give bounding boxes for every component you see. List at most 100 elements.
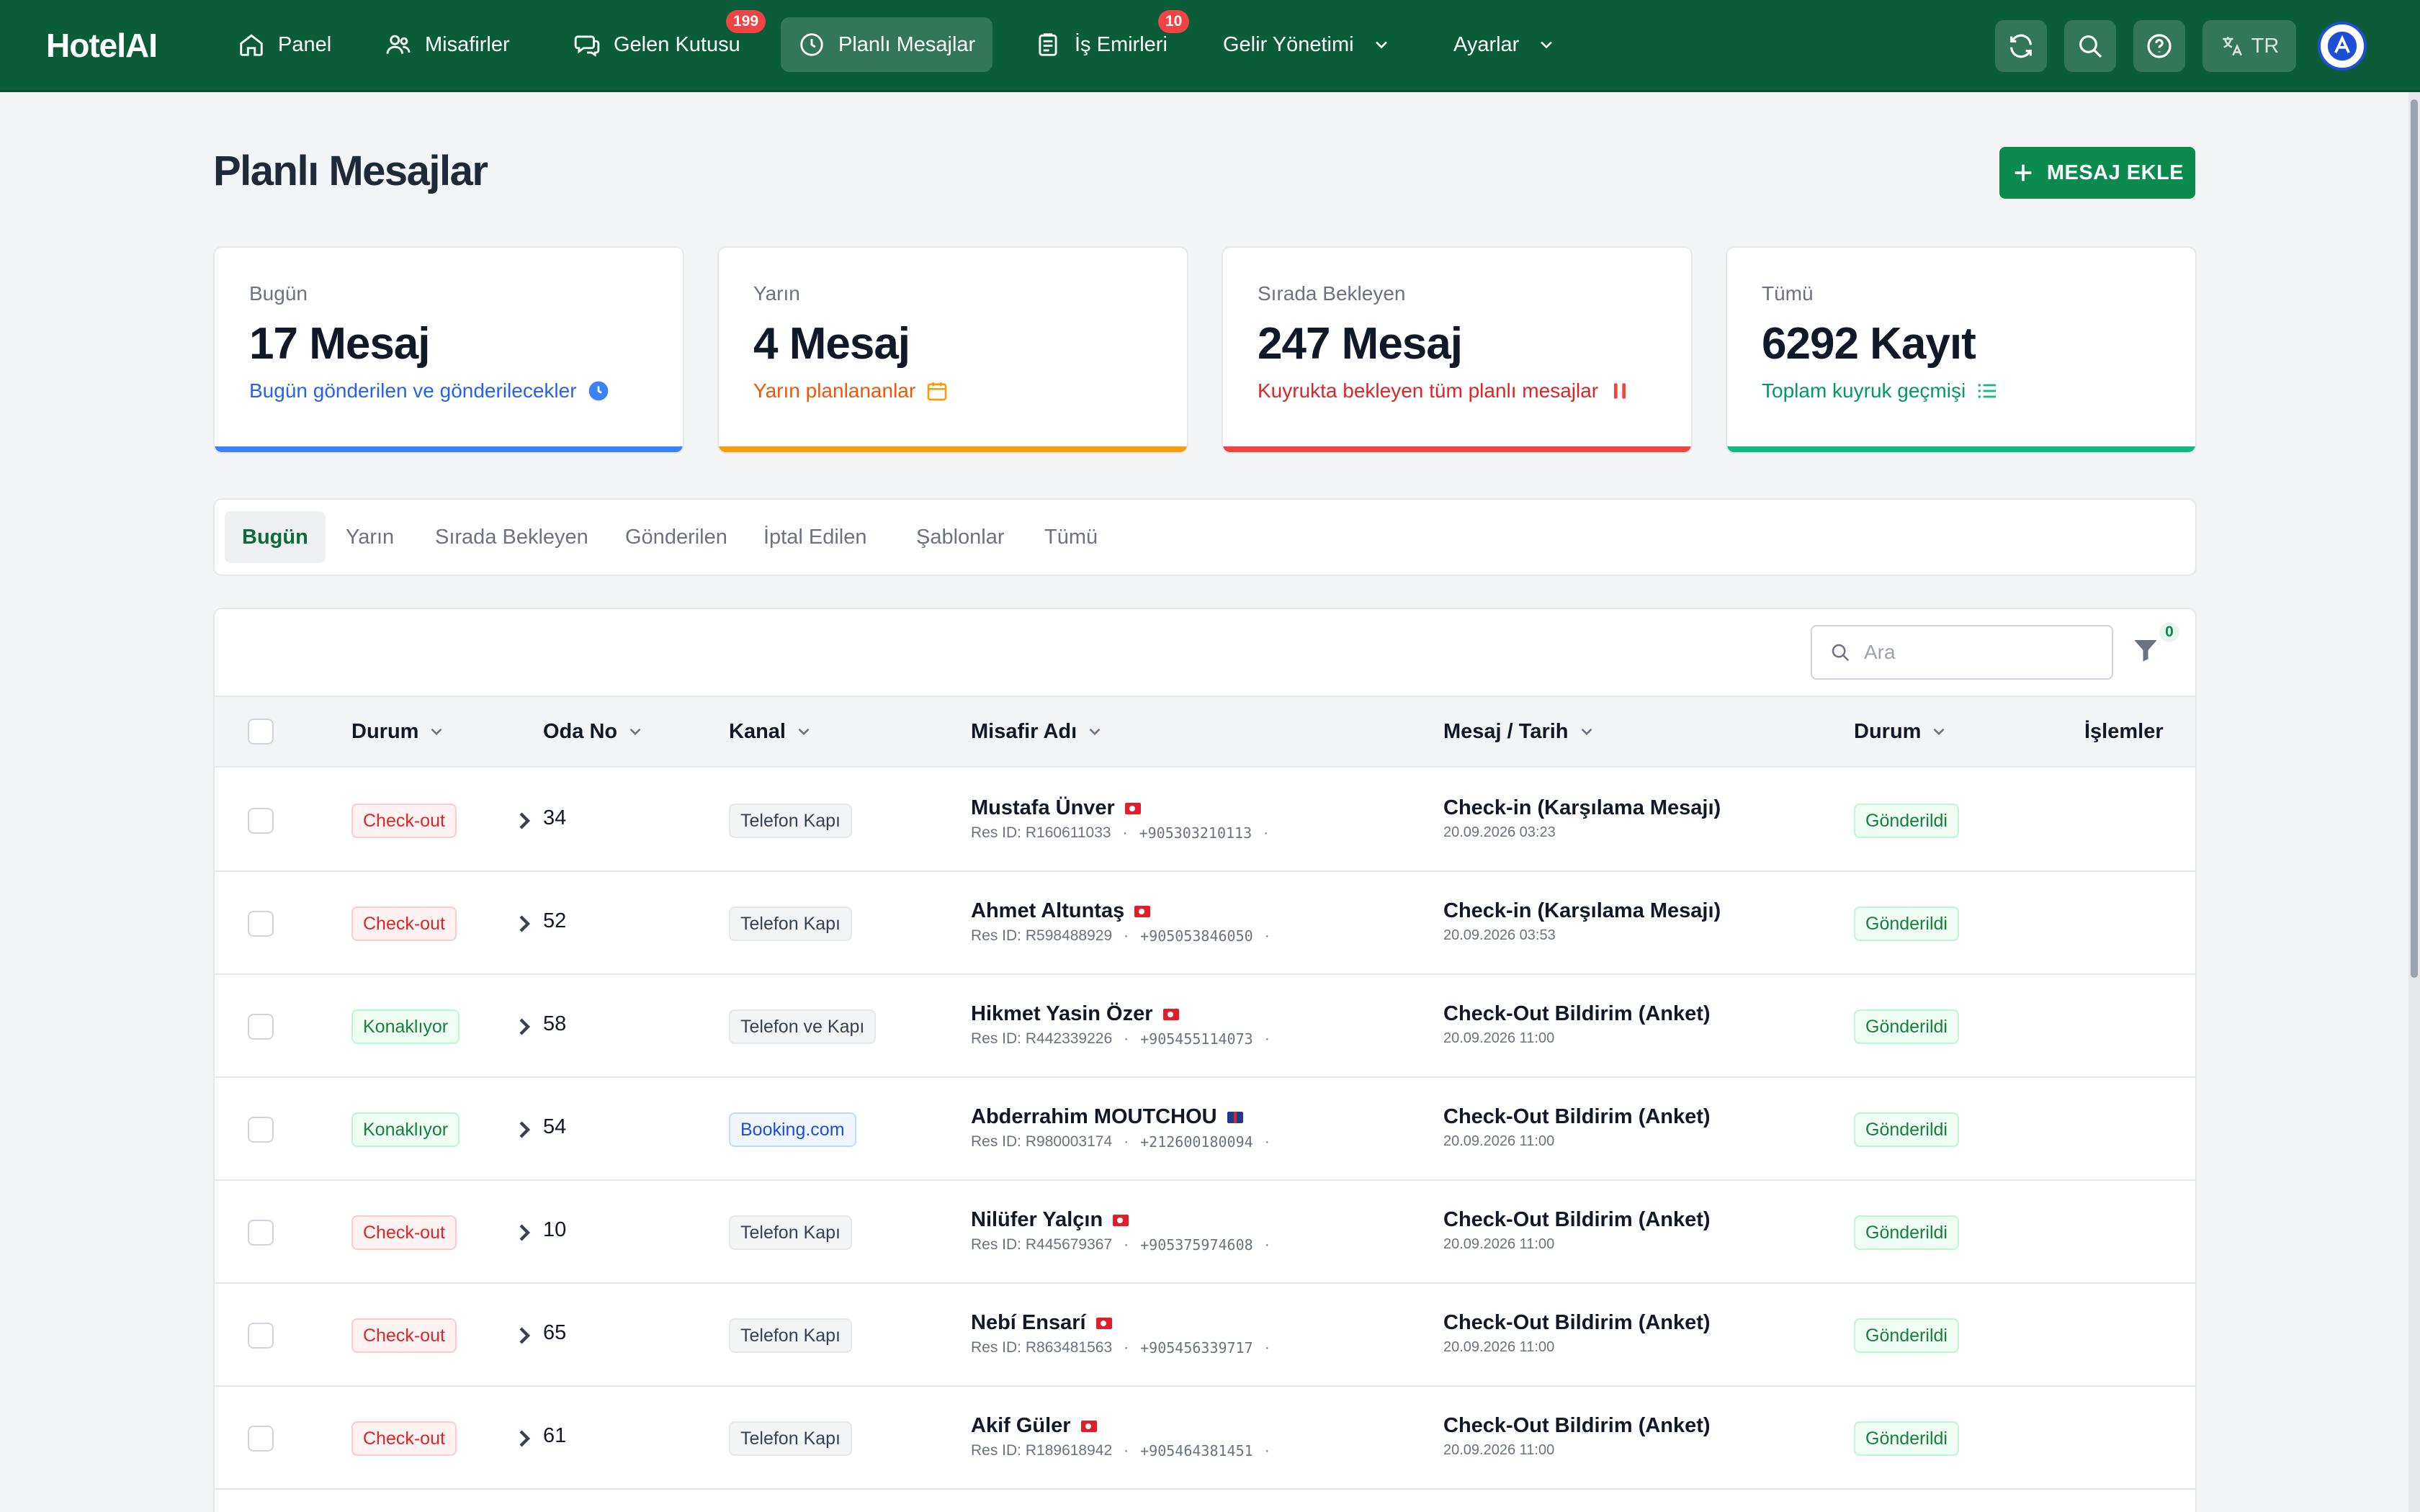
expand-row-button[interactable] <box>510 1424 539 1453</box>
table-row[interactable]: Check-out 52 Telefon Kapı Ahmet Altuntaş Res… <box>215 872 2195 975</box>
guest-name[interactable]: Akif Güler <box>971 1414 1270 1438</box>
filter-button[interactable] <box>2130 635 2165 670</box>
send-status-badge: Gönderildi <box>1854 1112 1959 1147</box>
table-row[interactable]: Check-out 10 Telefon Kapı Nilüfer Yalçın Res… <box>215 1181 2195 1284</box>
plus-icon <box>2015 164 2032 181</box>
tab-iptal-edilen[interactable]: İptal Edilen <box>746 511 884 563</box>
help-button[interactable] <box>2133 20 2185 72</box>
separator-dot: · <box>1122 824 1128 841</box>
room-number: 34 <box>543 806 567 829</box>
expand-row-button[interactable] <box>510 1218 539 1247</box>
language-selector[interactable]: TR <box>2202 20 2296 72</box>
country-flag-icon <box>1134 905 1151 917</box>
separator-dot: · <box>1124 1030 1129 1047</box>
search-button[interactable] <box>2064 20 2116 72</box>
column-header-kanal[interactable]: Kanal <box>729 697 813 766</box>
column-header-durum[interactable]: Durum <box>351 697 446 766</box>
expand-row-button[interactable] <box>510 806 539 835</box>
nav-label: Misafirler <box>425 32 510 56</box>
row-checkbox[interactable] <box>248 1117 274 1143</box>
guest-phone: +905464381451 <box>1140 1442 1253 1459</box>
table-row[interactable]: Check-out 65 Telefon Kapı Nebí Ensarí Res ID… <box>215 1284 2195 1387</box>
stay-status-badge: Check-out <box>351 1421 457 1456</box>
row-checkbox[interactable] <box>248 1220 274 1246</box>
guest-name[interactable]: Nebí Ensarí <box>971 1311 1270 1335</box>
expand-row-button[interactable] <box>510 1012 539 1041</box>
chevron-down-icon <box>431 728 442 736</box>
column-header-gonderim-durum[interactable]: Durum <box>1854 697 1948 766</box>
reservation-id-value: R189618942 <box>1025 1442 1113 1459</box>
user-logo-icon <box>2327 31 2357 61</box>
search-icon <box>1832 644 1850 662</box>
nav-item-planli-mesajlar[interactable]: Planlı Mesajlar <box>781 17 993 72</box>
tab-gonderilen[interactable]: Gönderilen <box>608 511 745 563</box>
column-header-oda-no[interactable]: Oda No <box>543 697 645 766</box>
tab-sirada-bekleyen[interactable]: Sırada Bekleyen <box>418 511 606 563</box>
row-checkbox[interactable] <box>248 911 274 937</box>
guest-cell: Abderrahim MOUTCHOU Res ID: R980003174 · +2… <box>971 1105 1270 1151</box>
expand-row-button[interactable] <box>510 1115 539 1144</box>
send-status-badge: Gönderildi <box>1854 804 1959 838</box>
search-input[interactable] <box>1864 641 2094 664</box>
channel-badge: Telefon Kapı <box>729 906 852 941</box>
country-flag-icon <box>1080 1420 1097 1432</box>
page-scrollbar[interactable] <box>2408 92 2420 1512</box>
reservation-id: Res ID: R863481563 <box>971 1339 1112 1356</box>
column-label: Durum <box>351 719 419 743</box>
nav-item-ayarlar[interactable]: Ayarlar <box>1436 17 1574 72</box>
stat-card-all[interactable]: Tümü 6292 Kayıt Toplam kuyruk geçmişi <box>1726 246 2197 454</box>
pause-icon <box>1614 383 1626 399</box>
guest-name[interactable]: Ahmet Altuntaş <box>971 899 1270 923</box>
guest-name[interactable]: Mustafa Ünver <box>971 796 1268 820</box>
nav-item-misafirler[interactable]: Misafirler <box>367 17 527 72</box>
expand-row-button[interactable] <box>510 909 539 938</box>
message-cell: Check-Out Bildirim (Anket) 20.09.2026 11:… <box>1443 1002 1711 1047</box>
user-avatar[interactable] <box>2318 22 2367 71</box>
stat-card-queued[interactable]: Sırada Bekleyen 247 Mesaj Kuyrukta bekle… <box>1222 246 1693 454</box>
nav-item-gelen-kutusu[interactable]: Gelen Kutusu 199 <box>556 10 766 72</box>
table-row[interactable]: Konaklıyor 54 Booking.com Abderrahim MOUTCH… <box>215 1078 2195 1181</box>
nav-label: Gelir Yönetimi <box>1223 32 1354 56</box>
nav-item-gelir-yonetimi[interactable]: Gelir Yönetimi <box>1206 17 1409 72</box>
stat-label: Tümü <box>1762 282 1814 305</box>
expand-row-button[interactable] <box>510 1321 539 1350</box>
row-checkbox[interactable] <box>248 1426 274 1452</box>
guest-name[interactable]: Abderrahim MOUTCHOU <box>971 1105 1270 1129</box>
column-header-misafir-adi[interactable]: Misafir Adı <box>971 697 1104 766</box>
separator-dot: · <box>1124 1442 1129 1459</box>
add-message-button[interactable]: MESAJ EKLE <box>1999 147 2195 199</box>
stat-card-today[interactable]: Bugün 17 Mesaj Bugün gönderilen ve gönde… <box>213 246 684 454</box>
clock-icon <box>588 381 608 401</box>
brand-logo[interactable]: HotelAI <box>46 26 158 65</box>
tab-sablonlar[interactable]: Şablonlar <box>899 511 1022 563</box>
select-all-checkbox[interactable] <box>248 719 274 744</box>
table-row[interactable]: Check-out 34 Telefon Kapı Mustafa Ünver Res … <box>215 769 2195 872</box>
column-header-mesaj-tarih[interactable]: Mesaj / Tarih <box>1443 697 1596 766</box>
stat-card-tomorrow[interactable]: Yarın 4 Mesaj Yarın planlananlar <box>717 246 1188 454</box>
guest-name[interactable]: Nilüfer Yalçın <box>971 1208 1270 1232</box>
channel-badge: Booking.com <box>729 1112 856 1147</box>
message-tabs: Bugün Yarın Sırada Bekleyen Gönderilen İ… <box>213 498 2197 576</box>
row-checkbox[interactable] <box>248 1323 274 1349</box>
message-date: 20.09.2026 03:53 <box>1443 927 1556 943</box>
tab-tumu[interactable]: Tümü <box>1027 511 1115 563</box>
nav-item-panel[interactable]: Panel <box>220 17 349 72</box>
nav-item-is-emirleri[interactable]: İş Emirleri 10 <box>1017 10 1190 72</box>
chevron-down-icon <box>1934 728 1945 736</box>
row-checkbox[interactable] <box>248 1014 274 1040</box>
chevron-right-icon <box>519 1121 531 1138</box>
country-flag-icon <box>1124 802 1141 814</box>
column-label: Durum <box>1854 719 1922 743</box>
table-row[interactable]: Konaklıyor 58 Telefon ve Kapı Hikmet Yasin … <box>215 975 2195 1078</box>
table-row[interactable]: Check-out 61 Telefon Kapı Akif Güler Res ID:… <box>215 1387 2195 1490</box>
separator-dot: · <box>1124 1339 1129 1356</box>
table-search[interactable] <box>1811 625 2113 680</box>
tab-yarin[interactable]: Yarın <box>328 511 411 563</box>
messages-table-panel: 0 Durum Oda No Kanal Misafir Adı Mesaj /… <box>213 608 2197 1512</box>
guest-name[interactable]: Hikmet Yasin Özer <box>971 1002 1270 1026</box>
scrollbar-thumb[interactable] <box>2411 99 2418 978</box>
tab-bugun[interactable]: Bugün <box>225 511 326 563</box>
row-checkbox[interactable] <box>248 808 274 834</box>
refresh-button[interactable] <box>1995 20 2047 72</box>
add-message-label: MESAJ EKLE <box>2046 161 2184 184</box>
